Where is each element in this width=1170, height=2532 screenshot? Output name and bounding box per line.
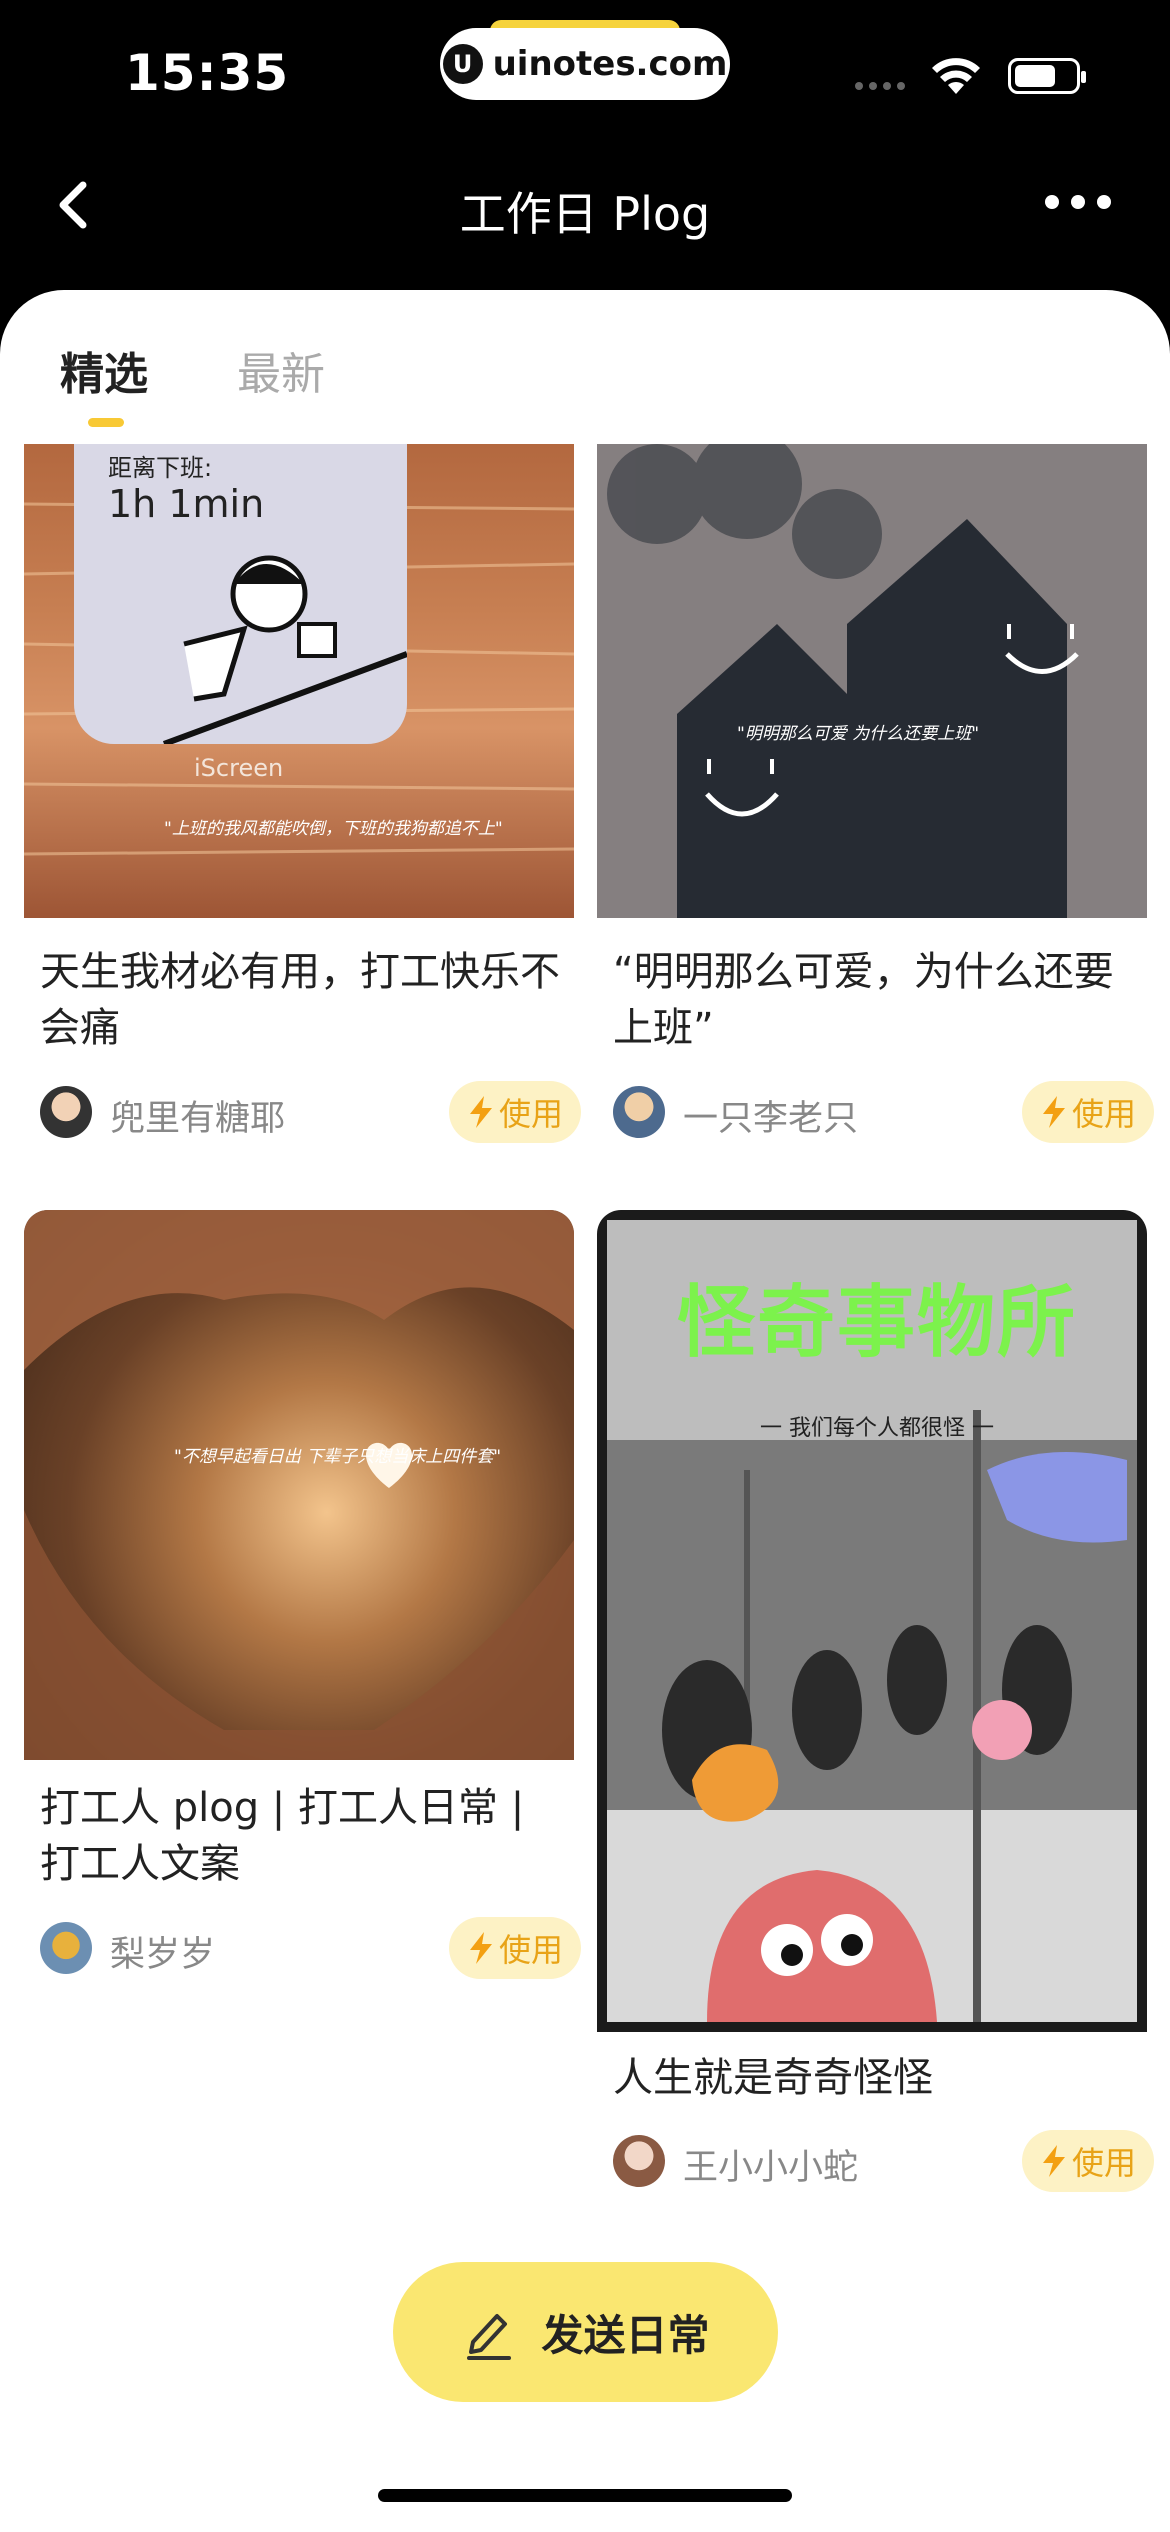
use-button[interactable]: 使用 (1022, 1081, 1154, 1143)
page-title: 工作日 Plog (459, 187, 711, 241)
use-button-label: 使用 (1071, 2144, 1136, 2182)
card-title: 人生就是奇奇怪怪 (613, 2055, 933, 2101)
cover-headline: 怪奇事物所 (676, 1278, 1077, 1368)
use-button-label: 使用 (498, 1095, 563, 1133)
lightning-icon (1042, 1096, 1065, 1128)
send-daily-label: 发送日常 (541, 2310, 710, 2360)
template-card[interactable]: 距离下班: 1h 1min iScreen "上班的我风都能吹倒，下班的我狗都追… (24, 444, 581, 1164)
use-button-label: 使用 (1071, 1095, 1136, 1133)
watermark-text: uinotes.com (492, 44, 728, 84)
content-sheet: 精选 最新 距离下班: 1h 1min iScreen "上班的我风都能吹倒，下… (0, 290, 1170, 2532)
author-avatar[interactable] (613, 1086, 665, 1138)
watermark-badge: U uinotes.com (440, 28, 730, 100)
climbing-worker-illustration (162, 555, 407, 744)
use-button[interactable]: 使用 (449, 1081, 581, 1143)
send-daily-button[interactable]: 发送日常 (393, 2262, 778, 2402)
card-cover-image: 距离下班: 1h 1min iScreen "上班的我风都能吹倒，下班的我狗都追… (24, 444, 574, 918)
use-button-label: 使用 (498, 1931, 563, 1969)
author-name[interactable]: 兜里有糖耶 (110, 1090, 285, 1141)
use-button[interactable]: 使用 (449, 1917, 581, 1979)
heart-hands-sunset-illustration (24, 1210, 574, 1760)
cover-caption: "上班的我风都能吹倒，下班的我狗都追不上" (164, 819, 503, 839)
cover-caption: "不想早起看日出 下辈子只想当床上四件套" (174, 1447, 502, 1467)
template-card[interactable]: 怪奇事物所 一 我们每个人都很怪 一 人生就是奇奇怪怪 王小小小蛇 使用 (597, 1210, 1154, 2210)
widget-app-name: iScreen (194, 754, 284, 782)
author-name[interactable]: 王小小小蛇 (683, 2139, 858, 2190)
cover-subline: 一 我们每个人都很怪 一 (760, 1416, 994, 1441)
status-time: 15:35 (125, 44, 290, 102)
template-card[interactable]: "明明那么可爱 为什么还要上班" “明明那么可爱，为什么还要上班” 一只李老只 … (597, 444, 1154, 1164)
watermark-logo-icon: U (442, 44, 483, 84)
card-cover-image: 怪奇事物所 一 我们每个人都很怪 一 (597, 1210, 1147, 2032)
status-bar: 15:35 U uinotes.com (0, 0, 1170, 150)
battery-icon (1008, 58, 1086, 94)
card-title: 天生我材必有用，打工快乐不会痛 (40, 949, 560, 1051)
card-cover-image: "不想早起看日出 下辈子只想当床上四件套" (24, 1210, 574, 1760)
shadow-houses-illustration (597, 444, 1147, 918)
edit-pen-icon (467, 2314, 512, 2360)
tab-bar: 精选 最新 (0, 290, 1170, 440)
more-options-icon[interactable] (1045, 195, 1111, 209)
lightning-icon (469, 1096, 492, 1128)
card-title: 打工人 plog | 打工人日常 | 打工人文案 (40, 1785, 525, 1887)
cover-caption: "明明那么可爱 为什么还要上班" (737, 724, 980, 744)
card-title: “明明那么可爱，为什么还要上班” (613, 949, 1114, 1051)
cellular-signal-icon (855, 82, 905, 90)
wifi-icon (932, 58, 980, 94)
use-button[interactable]: 使用 (1022, 2130, 1154, 2192)
author-avatar[interactable] (40, 1086, 92, 1138)
tab-featured[interactable]: 精选 (60, 338, 148, 402)
countdown-widget: 距离下班: 1h 1min (74, 444, 407, 744)
tab-latest[interactable]: 最新 (237, 338, 325, 402)
author-name[interactable]: 一只李老只 (683, 1090, 858, 1141)
lightning-icon (1042, 2145, 1065, 2177)
template-card[interactable]: "不想早起看日出 下辈子只想当床上四件套" 打工人 plog | 打工人日常 |… (24, 1210, 581, 1979)
home-indicator (378, 2489, 792, 2502)
card-cover-image: "明明那么可爱 为什么还要上班" (597, 444, 1147, 918)
nav-bar: 工作日 Plog (0, 150, 1170, 290)
author-name[interactable]: 梨岁岁 (110, 1926, 215, 1977)
author-avatar[interactable] (40, 1922, 92, 1974)
lightning-icon (469, 1932, 492, 1964)
author-avatar[interactable] (613, 2135, 665, 2187)
tab-active-indicator (88, 418, 124, 427)
